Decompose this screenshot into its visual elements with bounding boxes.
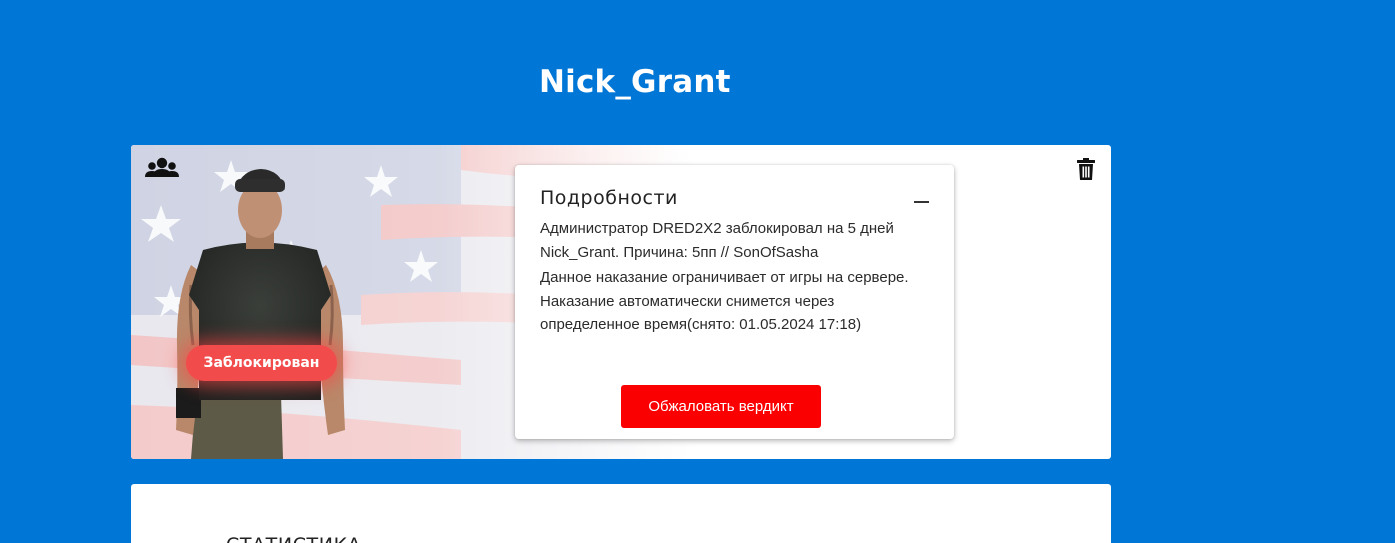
statistics-title: СТАТИСТИКА [226,534,361,543]
minus-icon [914,201,929,203]
statistics-card: СТАТИСТИКА [131,484,1111,543]
profile-page: Nick_Grant Заблокирован Подробности Адми… [0,0,1395,543]
player-nickname: Nick_Grant [539,64,731,100]
trash-icon[interactable] [1076,158,1096,180]
details-panel: Подробности Администратор DRED2X2 заблок… [515,165,954,439]
details-title: Подробности [540,187,678,209]
punishment-description: Администратор DRED2X2 заблокировал на 5 … [540,220,894,261]
status-badge: Заблокирован [186,345,337,381]
appeal-verdict-button[interactable]: Обжаловать вердикт [621,385,821,428]
punishment-info: Данное наказание ограничивает от игры на… [540,269,909,333]
users-group-icon[interactable] [145,157,179,181]
punishment-card: Заблокирован Подробности Администратор D… [131,145,1111,459]
